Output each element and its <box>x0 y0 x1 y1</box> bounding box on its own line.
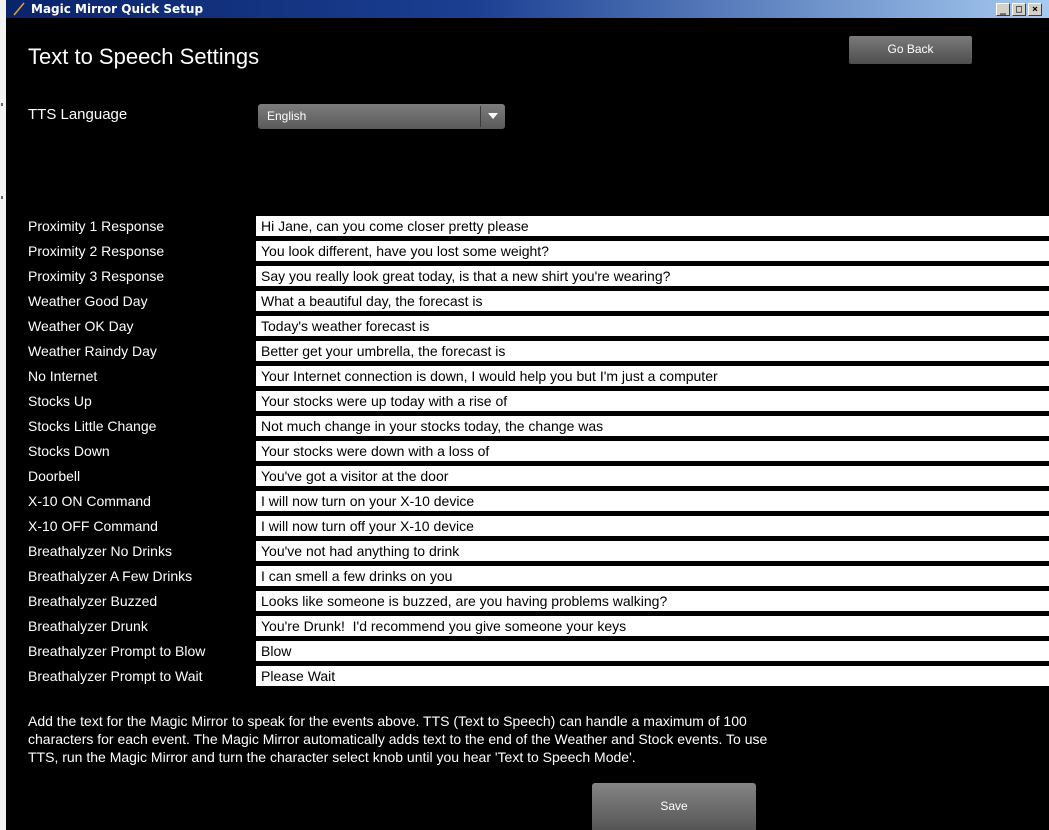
response-row: Proximity 2 Response <box>6 241 1049 266</box>
response-label: No Internet <box>28 368 98 384</box>
app-window: Magic Mirror Quick Setup _ □ × Text to S… <box>6 0 1049 830</box>
help-line: characters for each event. The Magic Mir… <box>28 731 768 747</box>
response-label: Weather Good Day <box>28 293 148 309</box>
response-input[interactable] <box>256 666 1049 686</box>
response-row: Breathalyzer Prompt to Blow <box>6 641 1049 666</box>
response-input[interactable] <box>256 441 1049 461</box>
response-input[interactable] <box>256 616 1049 636</box>
chevron-down-icon[interactable] <box>488 113 498 119</box>
response-row: Proximity 1 Response <box>6 216 1049 241</box>
response-input[interactable] <box>256 566 1049 586</box>
response-input[interactable] <box>256 391 1049 411</box>
response-input[interactable] <box>256 366 1049 386</box>
response-input[interactable] <box>256 241 1049 261</box>
maximize-button[interactable]: □ <box>1012 3 1026 16</box>
tts-language-value: English <box>267 109 307 123</box>
response-row: Weather OK Day <box>6 316 1049 341</box>
response-label: Doorbell <box>28 468 81 484</box>
title-bar[interactable]: Magic Mirror Quick Setup _ □ × <box>6 0 1049 18</box>
tts-language-label: TTS Language <box>28 106 128 123</box>
response-list: Proximity 1 Response Proximity 2 Respons… <box>6 216 1049 691</box>
response-input[interactable] <box>256 266 1049 286</box>
response-input[interactable] <box>256 291 1049 311</box>
response-label: Stocks Down <box>28 443 110 459</box>
response-label: Breathalyzer Prompt to Wait <box>28 668 203 684</box>
response-row: X-10 ON Command <box>6 491 1049 516</box>
response-label: Breathalyzer A Few Drinks <box>28 568 193 584</box>
response-row: X-10 OFF Command <box>6 516 1049 541</box>
response-label: Stocks Up <box>28 393 92 409</box>
window-title: Magic Mirror Quick Setup <box>31 2 204 16</box>
response-label: Stocks Little Change <box>28 418 157 434</box>
response-label: Weather Raindy Day <box>28 343 157 359</box>
response-input[interactable] <box>256 591 1049 611</box>
response-label: Breathalyzer Prompt to Blow <box>28 643 206 659</box>
response-label: Proximity 1 Response <box>28 218 165 234</box>
response-row: Proximity 3 Response <box>6 266 1049 291</box>
help-line: Add the text for the Magic Mirror to spe… <box>28 713 747 729</box>
response-input[interactable] <box>256 341 1049 361</box>
response-input[interactable] <box>256 641 1049 661</box>
response-row: Breathalyzer No Drinks <box>6 541 1049 566</box>
response-row: Weather Raindy Day <box>6 341 1049 366</box>
response-row: Stocks Up <box>6 391 1049 416</box>
response-input[interactable] <box>256 541 1049 561</box>
response-input[interactable] <box>256 491 1049 511</box>
response-row: No Internet <box>6 366 1049 391</box>
select-divider <box>480 106 481 127</box>
response-row: Breathalyzer Prompt to Wait <box>6 666 1049 691</box>
response-label: Breathalyzer Drunk <box>28 618 148 634</box>
response-input[interactable] <box>256 216 1049 236</box>
response-label: X-10 OFF Command <box>28 518 158 534</box>
minimize-button[interactable]: _ <box>996 3 1010 16</box>
app-icon <box>13 2 25 16</box>
response-input[interactable] <box>256 416 1049 436</box>
response-row: Breathalyzer Buzzed <box>6 591 1049 616</box>
save-button[interactable]: Save <box>592 783 756 830</box>
response-label: X-10 ON Command <box>28 493 151 509</box>
close-button[interactable]: × <box>1028 3 1042 16</box>
response-row: Breathalyzer A Few Drinks <box>6 566 1049 591</box>
help-line: TTS, run the Magic Mirror and turn the c… <box>28 749 636 765</box>
response-row: Breathalyzer Drunk <box>6 616 1049 641</box>
response-input[interactable] <box>256 316 1049 336</box>
response-row: Weather Good Day <box>6 291 1049 316</box>
help-text: Add the text for the Magic Mirror to spe… <box>28 712 908 766</box>
response-label: Weather OK Day <box>28 318 134 334</box>
page-title: Text to Speech Settings <box>28 44 260 69</box>
response-input[interactable] <box>256 466 1049 486</box>
response-input[interactable] <box>256 516 1049 536</box>
response-row: Stocks Down <box>6 441 1049 466</box>
response-label: Breathalyzer Buzzed <box>28 593 158 609</box>
response-label: Proximity 2 Response <box>28 243 165 259</box>
tts-language-select[interactable]: English <box>258 104 505 129</box>
response-label: Proximity 3 Response <box>28 268 165 284</box>
go-back-button[interactable]: Go Back <box>849 36 972 64</box>
response-label: Breathalyzer No Drinks <box>28 543 172 559</box>
response-row: Doorbell <box>6 466 1049 491</box>
response-row: Stocks Little Change <box>6 416 1049 441</box>
